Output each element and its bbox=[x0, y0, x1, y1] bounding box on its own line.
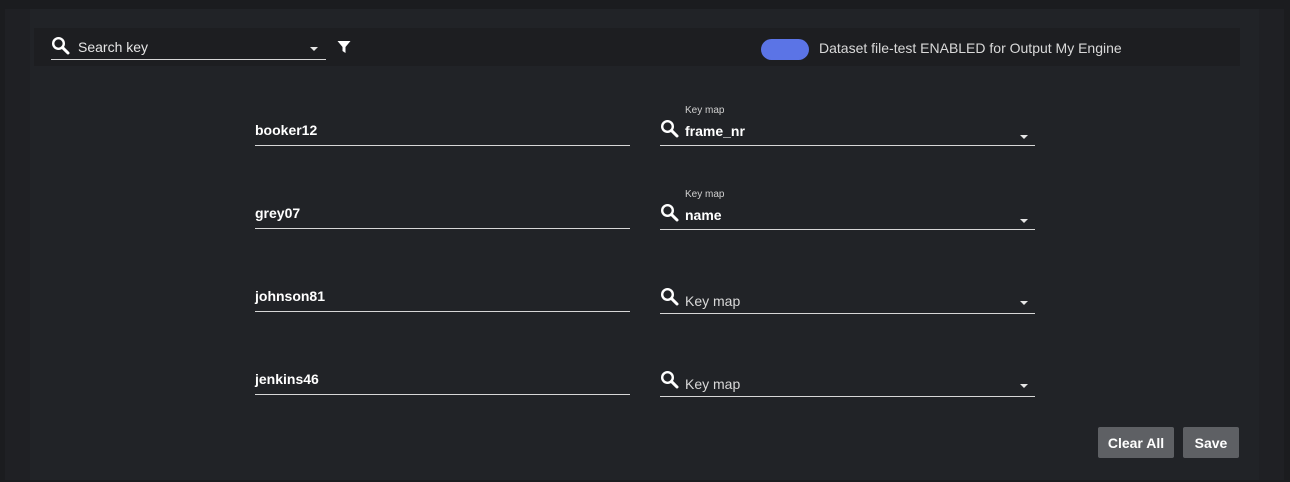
search-icon bbox=[51, 36, 71, 56]
key-value: booker12 bbox=[255, 122, 318, 138]
search-key-input[interactable] bbox=[78, 39, 298, 55]
toggle-label: Dataset file-test ENABLED for Output My … bbox=[819, 40, 1122, 56]
key-map-value: name bbox=[685, 207, 722, 223]
key-value: johnson81 bbox=[255, 288, 326, 304]
chevron-down-icon[interactable] bbox=[1020, 219, 1028, 223]
mapping-panel bbox=[30, 9, 1259, 480]
chevron-down-icon[interactable] bbox=[1020, 135, 1028, 139]
chevron-down-icon[interactable] bbox=[1020, 301, 1028, 305]
search-icon bbox=[660, 287, 680, 307]
key-map-select[interactable]: name bbox=[660, 203, 1035, 230]
key-map-value: frame_nr bbox=[685, 123, 745, 139]
key-value: grey07 bbox=[255, 205, 301, 221]
search-icon bbox=[660, 119, 680, 139]
key-map-select[interactable]: Key map bbox=[660, 370, 1035, 397]
search-key-combobox[interactable] bbox=[51, 35, 326, 60]
search-icon bbox=[660, 203, 680, 223]
dataset-enabled-toggle[interactable] bbox=[761, 39, 809, 60]
key-map-select[interactable]: frame_nr bbox=[660, 119, 1035, 146]
key-map-placeholder: Key map bbox=[685, 376, 741, 392]
key-map-select[interactable]: Key map bbox=[660, 287, 1035, 314]
key-field[interactable]: booker12 bbox=[255, 120, 630, 146]
search-icon bbox=[660, 370, 680, 390]
filter-icon[interactable] bbox=[337, 40, 351, 54]
key-map-placeholder: Key map bbox=[685, 293, 741, 309]
key-map-label: Key map bbox=[685, 105, 725, 116]
key-field[interactable]: jenkins46 bbox=[255, 369, 630, 395]
key-field[interactable]: grey07 bbox=[255, 203, 630, 229]
chevron-down-icon[interactable] bbox=[310, 47, 318, 51]
key-field[interactable]: johnson81 bbox=[255, 286, 630, 312]
key-value: jenkins46 bbox=[255, 371, 319, 387]
key-map-label: Key map bbox=[685, 189, 725, 200]
chevron-down-icon[interactable] bbox=[1020, 384, 1028, 388]
clear-all-button[interactable]: Clear All bbox=[1098, 427, 1174, 458]
save-button[interactable]: Save bbox=[1183, 427, 1239, 458]
